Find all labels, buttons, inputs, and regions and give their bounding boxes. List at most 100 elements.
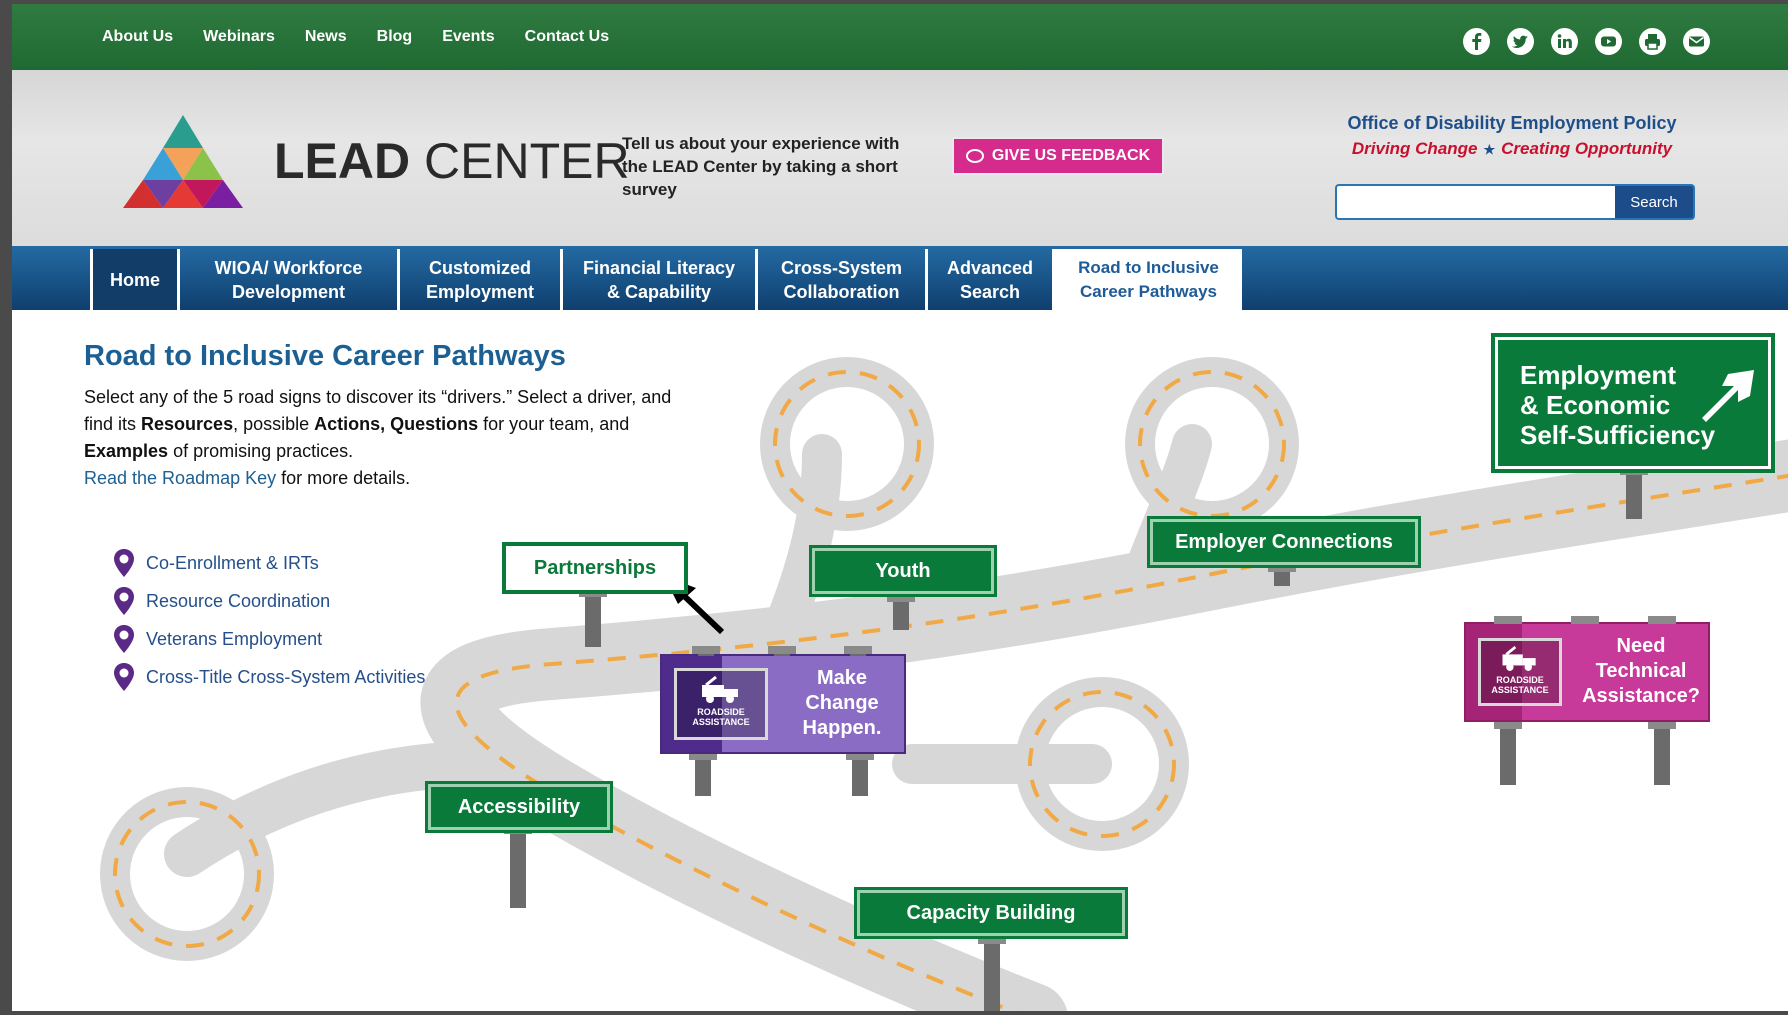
sign-post [1494,721,1522,785]
contact-us-link[interactable]: Contact Us [525,28,609,46]
billboard-bracket [1494,616,1522,624]
sign-post [887,594,915,630]
driver-label: Resource Coordination [146,590,331,611]
email-icon[interactable] [1683,28,1710,55]
tab-wioa[interactable]: WIOA/ Workforce Development [180,249,400,310]
sign-label: Capacity Building [906,901,1076,924]
sign-post [504,826,532,908]
sign-label: Employer Connections [1175,530,1393,553]
make-change-happen-billboard[interactable]: ROADSIDE ASSISTANCE Make Change Happen. [660,654,906,754]
social-links [1446,28,1710,55]
lead-center-logo[interactable]: LEAD CENTER [108,110,630,210]
survey-prompt: Tell us about your experience with the L… [622,134,900,199]
search-button[interactable]: Search [1615,184,1695,220]
map-pin-icon [114,663,134,691]
page-title: Road to Inclusive Career Pathways [84,340,566,372]
billboard-bracket [1648,616,1676,624]
facebook-icon[interactable] [1463,28,1490,55]
roadside-assistance-badge: ROADSIDE ASSISTANCE [674,668,768,740]
odep-tagline: Driving Change ★ Creating Opportunity [1312,139,1712,159]
tow-truck-icon [1502,645,1536,671]
search-input[interactable] [1335,184,1615,220]
sign-post [846,752,874,796]
blog-link[interactable]: Blog [377,28,413,46]
tab-label: Home [109,269,160,290]
about-us-link[interactable]: About Us [102,28,173,46]
intro-paragraph: Select any of the 5 road signs to discov… [84,387,672,488]
tab-advanced-search[interactable]: Advanced Search [928,249,1055,310]
driver-veterans-employment[interactable]: Veterans Employment [112,620,425,658]
capacity-building-sign[interactable]: Capacity Building [854,887,1128,939]
print-icon[interactable] [1639,28,1666,55]
sign-post [978,936,1006,1011]
tab-customized-employment[interactable]: Customized Employment [400,249,563,310]
billboard-bracket [1571,616,1599,624]
twitter-icon[interactable] [1507,28,1534,55]
give-feedback-button[interactable]: GIVE US FEEDBACK [952,137,1164,175]
top-utility-bar: About Us Webinars News Blog Events Conta… [12,4,1788,70]
billboard-bracket [844,646,872,656]
tab-cross-system-collaboration[interactable]: Cross-System Collaboration [758,249,928,310]
roadmap-key-link[interactable]: Read the Roadmap Key [84,468,276,488]
driver-label: Cross-Title Cross-System Activities [146,666,426,687]
arrow-up-right-icon [1702,370,1754,422]
employer-connections-sign[interactable]: Employer Connections [1147,516,1421,568]
need-technical-assistance-billboard[interactable]: ROADSIDE ASSISTANCE Need Technical Assistan… [1464,622,1710,722]
tab-label: Advanced Search [946,257,1034,302]
partnerships-sign[interactable]: Partnerships [502,542,688,594]
tab-label: Cross-System Collaboration [780,257,903,302]
tab-label: WIOA/ Workforce Development [214,257,363,302]
tab-label: Customized Employment [425,257,535,302]
driver-list: Co-Enrollment & IRTs Resource Coordinati… [112,544,425,696]
sign-label: Youth [875,559,931,582]
tagline-left: Driving Change [1351,139,1478,158]
billboard-bracket [692,646,720,656]
driver-label: Veterans Employment [146,628,323,649]
page-frame: About Us Webinars News Blog Events Conta… [0,0,1788,1015]
youtube-icon[interactable] [1595,28,1622,55]
sign-post [1648,721,1676,785]
sign-post [579,589,607,647]
sign-label: Accessibility [457,795,581,818]
driver-resource-coordination[interactable]: Resource Coordination [112,582,425,620]
driver-cross-title[interactable]: Cross-Title Cross-System Activities [112,658,425,696]
tow-truck-icon [702,675,738,703]
billboard-bracket [768,646,796,656]
tab-label: Road to Inclusive Career Pathways [1078,257,1219,301]
lead-logo-mark-icon [123,115,243,208]
logo-wordmark: LEAD CENTER [274,132,630,190]
tab-label: Financial Literacy & Capability [582,257,736,302]
star-icon: ★ [1483,142,1496,157]
events-link[interactable]: Events [442,28,494,46]
utility-nav: About Us Webinars News Blog Events Conta… [102,4,639,70]
driver-co-enrollment[interactable]: Co-Enrollment & IRTs [112,544,425,582]
employment-economic-self-sufficiency-sign[interactable]: Employment & Economic Self-Sufficiency [1491,333,1775,473]
news-link[interactable]: News [305,28,347,46]
sign-post [1620,467,1648,519]
youth-sign[interactable]: Youth [809,545,997,597]
tab-home[interactable]: Home [90,249,180,310]
sign-post [1268,564,1296,586]
tagline-right: Creating Opportunity [1501,139,1673,158]
accessibility-sign[interactable]: Accessibility [425,781,613,833]
speech-bubble-icon [965,149,984,163]
driver-label: Co-Enrollment & IRTs [146,552,319,573]
linkedin-icon[interactable] [1551,28,1578,55]
billboard-text: Need Technical Assistance? [1582,635,1700,707]
logo-bold-text: LEAD [274,133,411,189]
map-pin-icon [114,549,134,577]
map-pin-icon [114,587,134,615]
site-header: LEAD CENTER Tell us about your experienc… [12,70,1788,246]
roadside-assistance-badge: ROADSIDE ASSISTANCE [1478,638,1562,706]
logo-light-text: CENTER [424,133,630,189]
tab-financial-literacy[interactable]: Financial Literacy & Capability [563,249,758,310]
map-pin-icon [114,625,134,653]
tab-road-to-inclusive-career-pathways[interactable]: Road to Inclusive Career Pathways [1055,249,1242,310]
feedback-label: GIVE US FEEDBACK [991,147,1151,164]
main-nav: Home WIOA/ Workforce Development Customiz… [12,246,1788,310]
odep-title: Office of Disability Employment Policy [1347,113,1677,133]
sign-post [689,752,717,796]
sign-label: Partnerships [533,556,657,579]
destination-text: Employment & Economic Self-Sufficiency [1520,360,1716,450]
webinars-link[interactable]: Webinars [203,28,275,46]
